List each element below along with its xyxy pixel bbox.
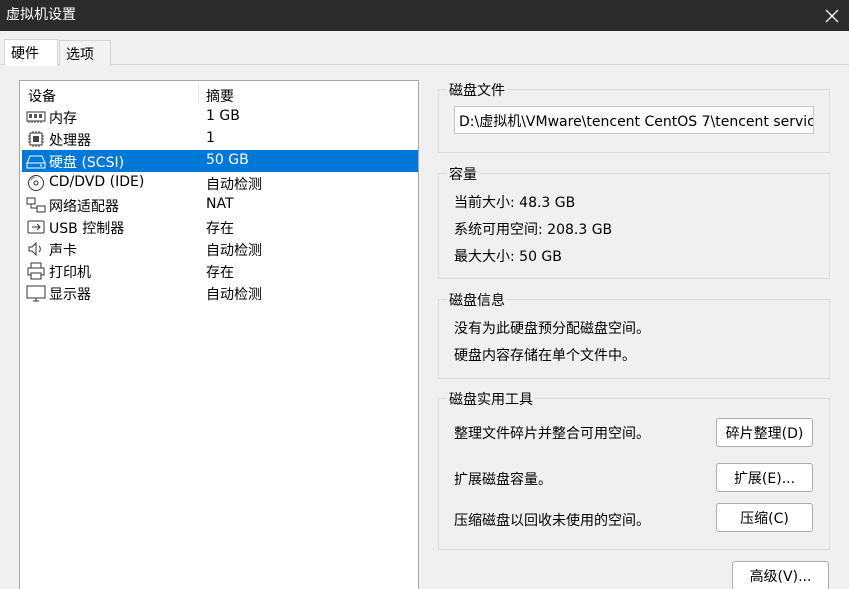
group-title: 容量 [447,164,479,184]
device-name: 处理器 [49,133,91,149]
device-row-usb-controller[interactable]: USB 控制器 存在 [22,216,418,238]
max-size-text: 最大大小: 50 GB [454,249,562,265]
tab-strip: 硬件 选项 [0,31,849,66]
device-row-memory[interactable]: 内存 1 GB [22,106,418,128]
close-button[interactable] [815,0,849,31]
compact-description: 压缩磁盘以回收未使用的空间。 [454,513,650,529]
disk-info-line: 没有为此硬盘预分配磁盘空间。 [454,321,650,337]
capacity-group: 容量 当前大小: 48.3 GB 系统可用空间: 208.3 GB 最大大小: … [438,164,830,279]
device-summary: 50 GB [206,152,249,168]
tab-options[interactable]: 选项 [59,40,111,66]
device-name: 内存 [49,111,77,127]
defrag-description: 整理文件碎片并整合可用空间。 [454,426,650,442]
expand-description: 扩展磁盘容量。 [454,472,552,488]
speaker-icon [28,241,41,257]
group-title: 磁盘实用工具 [447,389,535,409]
device-row-network-adapter[interactable]: 网络适配器 NAT [22,194,418,216]
defragment-button[interactable]: 碎片整理(D) [716,418,813,447]
cd-dvd-icon [28,175,44,191]
device-summary: NAT [206,196,234,212]
device-name: 硬盘 (SCSI) [49,155,125,171]
device-row-processor[interactable]: 处理器 1 [22,128,418,150]
device-row-sound-card[interactable]: 声卡 自动检测 [22,238,418,260]
monitor-icon [26,285,46,302]
hard-disk-icon [26,155,46,169]
disk-tools-group: 磁盘实用工具 整理文件碎片并整合可用空间。 碎片整理(D) 扩展磁盘容量。 扩展… [438,389,830,550]
device-summary: 1 GB [206,108,240,124]
device-name: 打印机 [49,265,91,281]
device-summary: 自动检测 [206,243,262,259]
close-icon [825,9,839,22]
disk-info-group: 磁盘信息 没有为此硬盘预分配磁盘空间。 硬盘内容存储在单个文件中。 [438,290,830,379]
device-summary: 1 [206,130,215,146]
disk-file-path-field[interactable]: D:\虚拟机\VMware\tencent CentOS 7\tencent s… [454,106,814,134]
usb-icon [27,220,45,234]
device-list-header: 设备 摘要 [20,81,418,106]
device-row-cd-dvd[interactable]: CD/DVD (IDE) 自动检测 [22,172,418,194]
device-summary: 自动检测 [206,287,262,303]
device-name: 声卡 [49,243,77,259]
current-size-text: 当前大小: 48.3 GB [454,195,576,211]
device-row-display[interactable]: 显示器 自动检测 [22,282,418,304]
device-row-printer[interactable]: 打印机 存在 [22,260,418,282]
expand-button[interactable]: 扩展(E)... [716,463,813,492]
device-name: CD/DVD (IDE) [49,174,145,190]
device-name: USB 控制器 [49,221,125,237]
printer-icon [27,262,45,280]
disk-file-group: 磁盘文件 D:\虚拟机\VMware\tencent CentOS 7\tenc… [438,80,830,153]
advanced-button[interactable]: 高级(V)... [732,561,829,589]
column-header-device[interactable]: 设备 [28,86,56,106]
column-divider[interactable] [198,83,199,103]
device-name: 网络适配器 [49,199,119,215]
memory-icon [26,111,46,123]
group-title: 磁盘信息 [447,290,507,310]
window-title: 虚拟机设置 [6,7,76,23]
network-adapter-icon [26,197,46,213]
tab-hardware[interactable]: 硬件 [4,39,58,66]
device-summary: 存在 [206,221,234,237]
title-bar: 虚拟机设置 [0,0,849,31]
compact-button[interactable]: 压缩(C) [716,503,813,532]
available-space-text: 系统可用空间: 208.3 GB [454,222,613,238]
device-list[interactable]: 设备 摘要 内存 1 GB 处理器 1 硬盘 (SCSI) 50 GB CD/D… [19,80,419,589]
column-header-summary[interactable]: 摘要 [206,86,234,106]
group-title: 磁盘文件 [447,80,507,100]
device-name: 显示器 [49,287,91,303]
cpu-icon [28,131,44,147]
device-row-hard-disk[interactable]: 硬盘 (SCSI) 50 GB [22,150,418,172]
device-summary: 存在 [206,265,234,281]
disk-info-line: 硬盘内容存储在单个文件中。 [454,348,636,364]
device-summary: 自动检测 [206,177,262,193]
